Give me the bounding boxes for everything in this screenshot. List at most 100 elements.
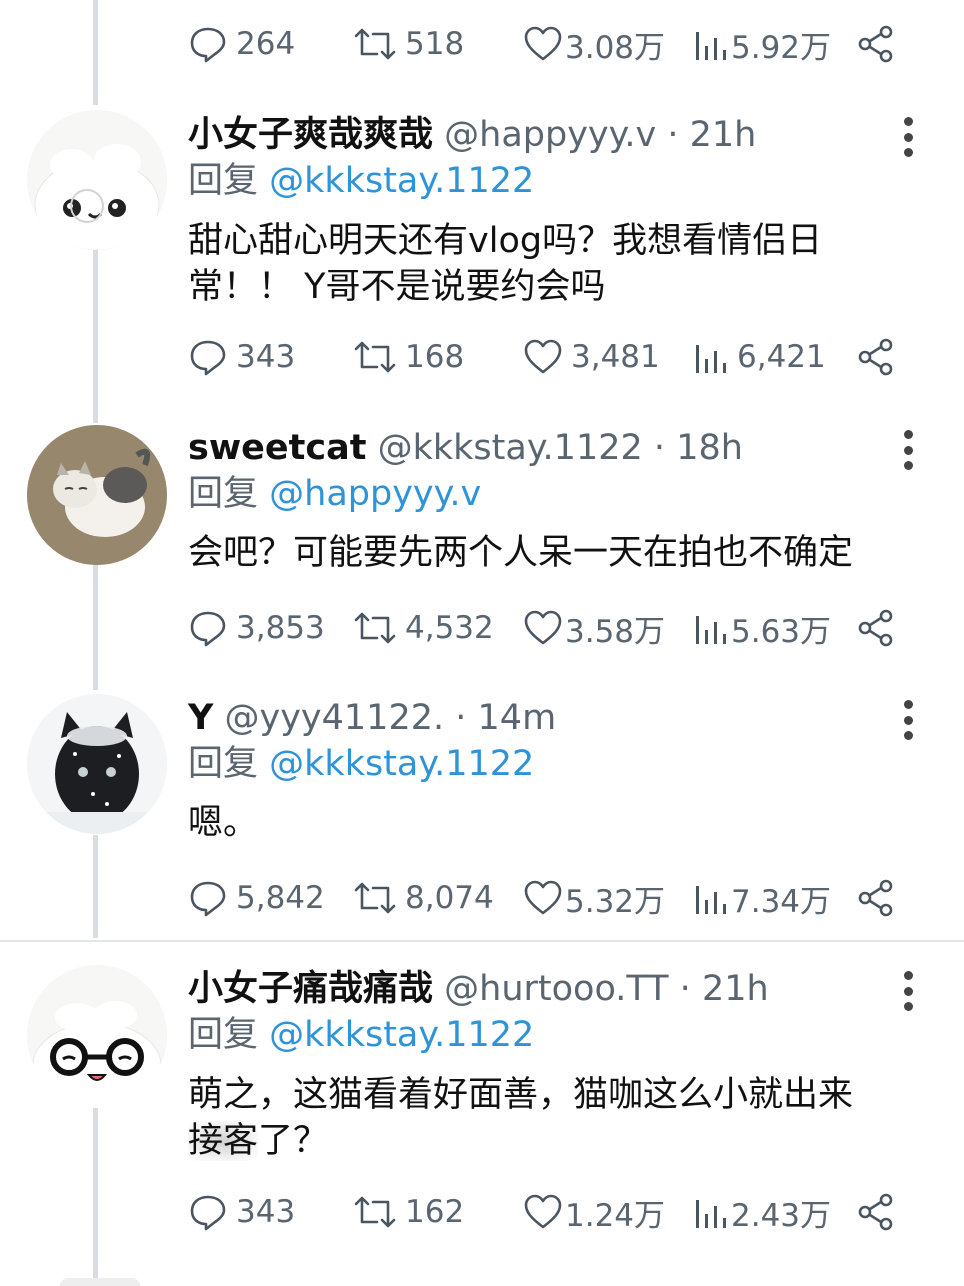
tweet-text-line: 甜心甜心明天还有vlog吗？我想看情侣日 [188,221,823,261]
reply-count: 343 [236,1194,296,1230]
share-icon [858,1193,893,1231]
reply-icon [190,1195,226,1231]
reply-label: 回复 [188,744,259,784]
tweet-text-line: 萌之，这猫看着好面善，猫咖这么小就出来 [188,1075,854,1115]
share-button[interactable] [856,878,896,922]
display-name[interactable]: 小女子爽哉爽哉 [188,115,433,155]
heart-icon [524,339,562,374]
smudged-text: 接客 [188,1121,259,1161]
retweet-button[interactable]: 8,074 [353,874,494,922]
retweet-count: 8,074 [405,880,494,916]
views-icon [696,886,726,914]
reply-button[interactable]: 343 [188,1188,295,1236]
views-button[interactable]: 5.63万 [693,604,831,652]
views-icon [696,616,726,644]
separator-dot: · [653,428,666,468]
views-button[interactable]: 6,421 [693,333,826,381]
reply-count: 3,853 [236,610,325,646]
timestamp: 14m [477,698,557,738]
views-count: 7.34万 [731,883,832,920]
separator-dot: · [667,115,679,155]
retweet-button[interactable]: 162 [353,1188,464,1236]
retweet-count: 162 [405,1194,465,1230]
retweet-count: 4,532 [405,610,494,646]
like-button[interactable]: 3,481 [523,333,660,381]
reply-button[interactable]: 264 [188,20,295,68]
reply-label: 回复 [188,1015,259,1055]
share-button[interactable] [856,24,896,68]
mention-link[interactable]: @kkkstay.1122 [269,161,534,201]
retweet-button[interactable]: 518 [353,20,464,68]
reply-button[interactable]: 3,853 [188,604,325,652]
display-name[interactable]: 小女子痛哉痛哉 [188,969,433,1009]
action-bar: 5,842 8,074 5.32万 7.34万 [188,874,908,922]
user-handle[interactable]: @hurtooo.TT [444,969,668,1009]
retweet-icon [354,612,396,644]
views-count: 6,421 [737,339,826,375]
mention-link[interactable]: @kkkstay.1122 [269,1015,534,1055]
retweet-icon [354,341,396,373]
reply-to-line: 回复 @happyyy.v [188,472,481,516]
action-bar: 343 168 3,481 6,421 [188,333,908,381]
user-handle[interactable]: @yyy41122. [225,698,445,738]
share-button[interactable] [856,1192,896,1236]
reply-icon [190,27,226,63]
views-icon [696,1200,726,1228]
separator-dot: · [455,698,467,738]
black-cat-snow-avatar[interactable] [27,694,167,834]
thread-divider [0,940,964,942]
reply-to-line: 回复 @kkkstay.1122 [188,159,534,203]
views-button[interactable]: 5.92万 [693,20,831,68]
tweet-text: 萌之，这猫看着好面善，猫咖这么小就出来 接客了？ [188,1072,918,1164]
tweet-text-line: 接客了？ [188,1118,918,1164]
user-handle[interactable]: @kkkstay.1122 [378,428,643,468]
glasses-face-avatar[interactable] [27,965,167,1105]
tweet-text-tail: 了？ [258,1121,329,1161]
views-button[interactable]: 2.43万 [693,1188,831,1236]
reply-icon [190,881,226,917]
reply-button[interactable]: 5,842 [188,874,325,922]
more-options-icon[interactable] [896,971,920,1011]
cartoon-face-avatar[interactable] [27,110,167,250]
share-button[interactable] [856,337,896,381]
heart-icon [524,26,562,61]
tweet-text: 嗯。 [188,800,918,846]
heart-icon [524,880,562,915]
thread-line [93,0,98,105]
views-count: 2.43万 [731,1197,832,1234]
like-button[interactable]: 1.24万 [523,1188,665,1236]
reply-label: 回复 [188,161,259,201]
reply-to-line: 回复 @kkkstay.1122 [188,1013,534,1057]
tweet-header: sweetcat @kkkstay.1122 · 18h [188,426,743,470]
like-count: 3.58万 [565,613,666,650]
more-options-icon[interactable] [896,430,920,470]
tweet-text-line: 会吧？可能要先两个人呆一天在拍也不确定 [188,533,854,573]
like-count: 3.08万 [565,29,666,66]
heart-icon [524,1194,562,1229]
like-button[interactable]: 5.32万 [523,874,665,922]
like-count: 1.24万 [565,1197,666,1234]
like-count: 5.32万 [565,883,666,920]
cat-photo-avatar[interactable] [27,425,167,565]
retweet-button[interactable]: 168 [353,333,464,381]
share-button[interactable] [856,608,896,652]
tweet-header: Y @yyy41122. · 14m [188,696,556,740]
display-name[interactable]: Y [188,698,213,738]
thread-line [93,565,98,690]
mention-link[interactable]: @happyyy.v [269,474,481,514]
user-handle[interactable]: @happyyy.v [444,115,656,155]
retweet-count: 168 [405,339,465,375]
mention-link[interactable]: @kkkstay.1122 [269,744,534,784]
reply-label: 回复 [188,474,259,514]
like-button[interactable]: 3.08万 [523,20,665,68]
retweet-count: 518 [405,26,465,62]
views-icon [696,32,726,60]
next-tweet-avatar-partial [60,1278,140,1286]
reply-button[interactable]: 343 [188,333,295,381]
like-button[interactable]: 3.58万 [523,604,665,652]
views-button[interactable]: 7.34万 [693,874,831,922]
more-options-icon[interactable] [896,117,920,157]
display-name[interactable]: sweetcat [188,428,366,468]
more-options-icon[interactable] [896,700,920,740]
retweet-button[interactable]: 4,532 [353,604,494,652]
